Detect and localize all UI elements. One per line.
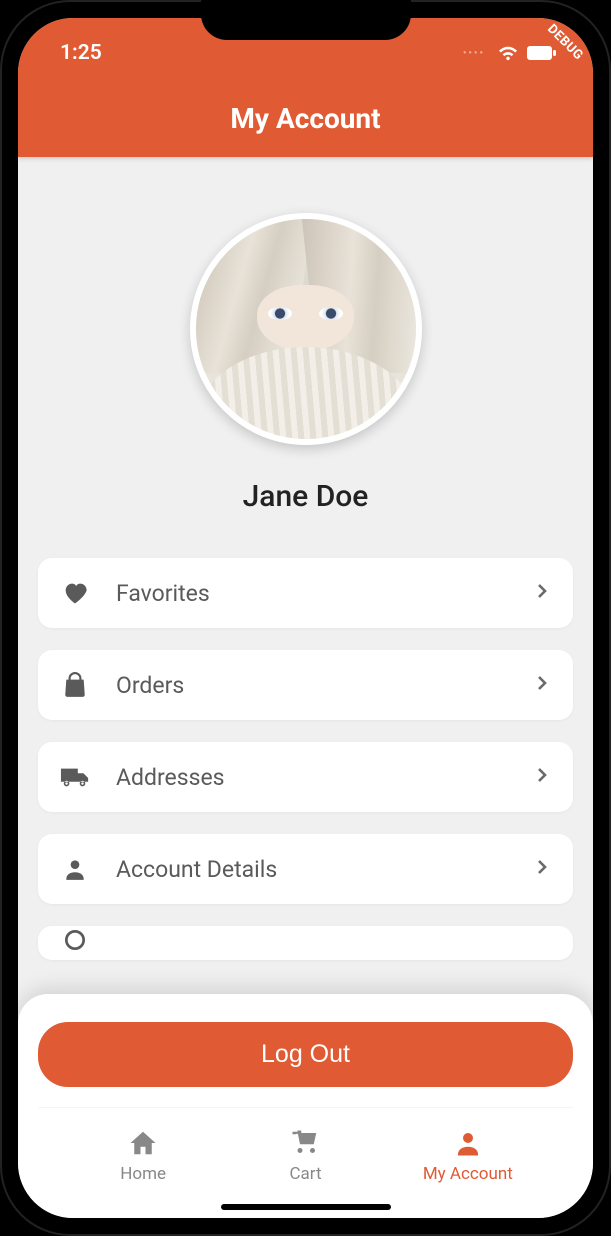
menu-label: Account Details (116, 856, 507, 883)
tab-label: My Account (423, 1164, 513, 1184)
screen: DEBUG 1:25 •••• My Account (18, 18, 593, 1218)
menu-item-favorites[interactable]: Favorites (38, 558, 573, 628)
tab-my-account[interactable]: My Account (387, 1128, 549, 1184)
menu-item-account-details[interactable]: Account Details (38, 834, 573, 904)
signal-dots-icon: •••• (463, 48, 485, 59)
content-scroll[interactable]: Jane Doe Favorites Orders (18, 157, 593, 994)
tab-home[interactable]: Home (62, 1128, 224, 1184)
phone-frame: DEBUG 1:25 •••• My Account (0, 0, 611, 1236)
menu-label: Favorites (116, 580, 507, 607)
status-time: 1:25 (60, 41, 102, 65)
home-indicator[interactable] (221, 1204, 391, 1210)
logout-button[interactable]: Log Out (38, 1022, 573, 1087)
bag-icon (60, 670, 90, 700)
menu-label: Addresses (116, 764, 507, 791)
avatar-image (196, 219, 416, 439)
menu-item-partial[interactable] (38, 926, 573, 960)
avatar[interactable] (190, 213, 422, 445)
account-icon (453, 1128, 483, 1158)
battery-icon (527, 45, 557, 61)
tab-label: Cart (289, 1164, 321, 1184)
user-name: Jane Doe (243, 479, 369, 514)
chevron-right-icon (533, 674, 551, 696)
chevron-right-icon (533, 858, 551, 880)
tab-label: Home (120, 1164, 166, 1184)
page-title: My Account (18, 68, 593, 135)
wifi-icon (497, 44, 519, 62)
tab-cart[interactable]: Cart (224, 1128, 386, 1184)
person-icon (60, 854, 90, 884)
menu-item-addresses[interactable]: Addresses (38, 742, 573, 812)
bottom-sheet: Log Out Home Cart My Account (18, 994, 593, 1218)
unknown-icon (60, 926, 90, 955)
status-icons: •••• (463, 44, 557, 62)
menu-list: Favorites Orders (38, 558, 573, 960)
menu-label: Orders (116, 672, 507, 699)
chevron-right-icon (533, 766, 551, 788)
device-notch (201, 0, 411, 40)
tab-bar: Home Cart My Account (38, 1107, 573, 1194)
truck-icon (60, 762, 90, 792)
home-icon (128, 1128, 158, 1158)
menu-item-orders[interactable]: Orders (38, 650, 573, 720)
heart-icon (60, 578, 90, 608)
chevron-right-icon (533, 582, 551, 604)
cart-icon (290, 1128, 320, 1158)
